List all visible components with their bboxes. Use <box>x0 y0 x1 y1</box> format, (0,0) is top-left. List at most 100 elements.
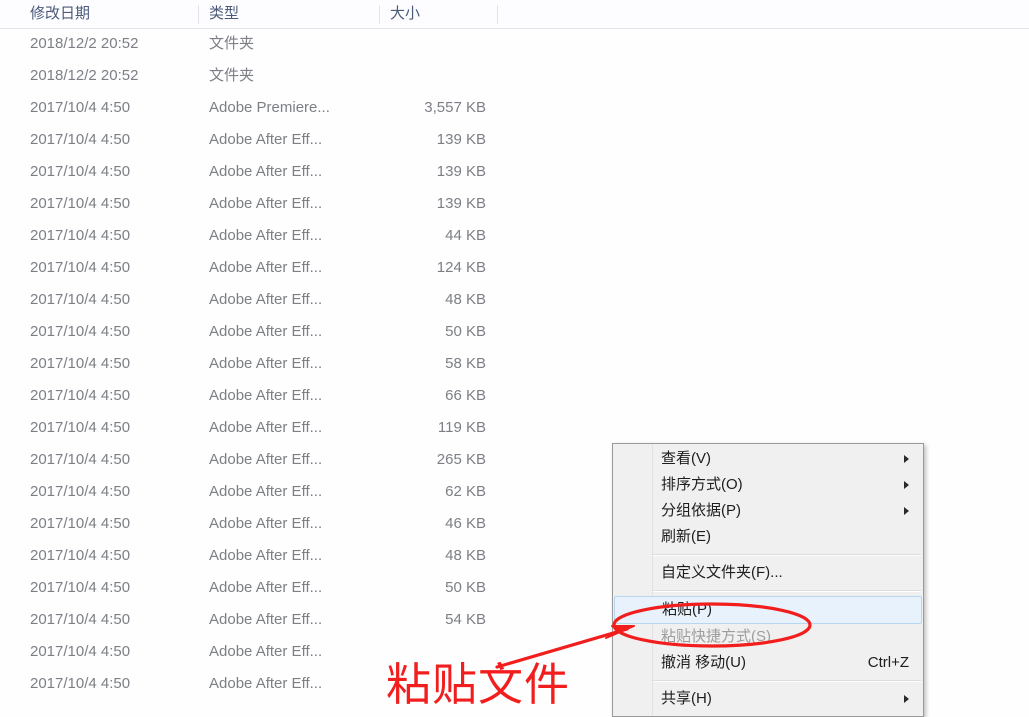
cell-type: Adobe After Eff... <box>209 419 323 436</box>
cell-size: 58 KB <box>445 355 486 372</box>
cell-size: 44 KB <box>445 227 486 244</box>
menu-separator <box>653 680 921 682</box>
menu-item-label: 分组依据(P) <box>661 502 741 519</box>
cell-modified-date: 2017/10/4 4:50 <box>30 387 131 404</box>
cell-size: 50 KB <box>445 579 486 596</box>
column-header-date-label: 修改日期 <box>30 5 91 22</box>
cell-modified-date: 2017/10/4 4:50 <box>30 611 131 628</box>
cell-type: Adobe After Eff... <box>209 611 323 628</box>
cell-type: 文件夹 <box>209 67 255 84</box>
chevron-right-icon <box>904 481 909 489</box>
column-header-type[interactable]: 类型 <box>199 0 380 28</box>
chevron-right-icon <box>904 695 909 703</box>
column-header-date[interactable]: 修改日期 <box>20 0 199 28</box>
cell-modified-date: 2018/12/2 20:52 <box>30 35 139 52</box>
column-header-row: 修改日期 类型 大小 <box>0 0 1029 29</box>
column-header-size[interactable]: 大小 <box>380 0 498 28</box>
cell-modified-date: 2017/10/4 4:50 <box>30 99 131 116</box>
cell-size: 119 KB <box>437 419 486 436</box>
menu-item-label: 撤消 移动(U) <box>661 654 746 671</box>
cell-type: Adobe After Eff... <box>209 291 323 308</box>
cell-size: 48 KB <box>445 547 486 564</box>
table-row[interactable]: 2017/10/4 4:50 Adobe After Eff... 139 KB <box>0 188 1029 220</box>
cell-modified-date: 2017/10/4 4:50 <box>30 515 131 532</box>
column-divider[interactable] <box>497 5 498 24</box>
cell-type: 文件夹 <box>209 35 255 52</box>
chevron-right-icon <box>904 455 909 463</box>
menu-item-label: 共享(H) <box>661 690 712 707</box>
menu-item[interactable]: 共享(H) <box>613 686 923 712</box>
menu-item[interactable]: 排序方式(O) <box>613 472 923 498</box>
menu-item[interactable]: 撤消 移动(U) Ctrl+Z <box>613 650 923 676</box>
table-row[interactable]: 2017/10/4 4:50 Adobe After Eff... 44 KB <box>0 220 1029 252</box>
cell-type: Adobe After Eff... <box>209 163 323 180</box>
menu-item: 粘贴快捷方式(S) <box>613 624 923 650</box>
column-header-type-label: 类型 <box>209 5 240 22</box>
menu-item[interactable]: 粘贴(P) <box>614 596 922 624</box>
cell-type: Adobe After Eff... <box>209 515 323 532</box>
table-row[interactable]: 2017/10/4 4:50 Adobe After Eff... 50 KB <box>0 316 1029 348</box>
cell-type: Adobe After Eff... <box>209 131 323 148</box>
table-row[interactable]: 2017/10/4 4:50 Adobe Premiere... 3,557 KB <box>0 92 1029 124</box>
cell-modified-date: 2017/10/4 4:50 <box>30 131 131 148</box>
cell-size: 139 KB <box>436 163 486 180</box>
cell-size: 50 KB <box>445 323 486 340</box>
cell-modified-date: 2017/10/4 4:50 <box>30 323 131 340</box>
menu-item-shortcut: Ctrl+Z <box>867 654 909 671</box>
cell-modified-date: 2017/10/4 4:50 <box>30 579 131 596</box>
menu-item-label: 排序方式(O) <box>661 476 743 493</box>
context-menu[interactable]: 查看(V) 排序方式(O) 分组依据(P) 刷新(E) 自定义文件夹(F)... 粘贴(P… <box>612 443 924 717</box>
menu-item[interactable]: 自定义文件夹(F)... <box>613 560 923 586</box>
cell-modified-date: 2017/10/4 4:50 <box>30 259 131 276</box>
cell-size: 139 KB <box>436 131 486 148</box>
menu-item-label: 刷新(E) <box>661 528 711 545</box>
cell-modified-date: 2017/10/4 4:50 <box>30 547 131 564</box>
cell-type: Adobe After Eff... <box>209 259 323 276</box>
cell-type: Adobe After Eff... <box>209 547 323 564</box>
cell-size: 66 KB <box>445 387 486 404</box>
table-row[interactable]: 2017/10/4 4:50 Adobe After Eff... 66 KB <box>0 380 1029 412</box>
cell-type: Adobe After Eff... <box>209 579 323 596</box>
menu-item[interactable]: 分组依据(P) <box>613 498 923 524</box>
menu-item-label: 粘贴快捷方式(S) <box>661 628 771 645</box>
cell-modified-date: 2017/10/4 4:50 <box>30 675 131 692</box>
menu-item-label: 查看(V) <box>661 450 711 467</box>
cell-type: Adobe After Eff... <box>209 451 323 468</box>
cell-modified-date: 2017/10/4 4:50 <box>30 227 131 244</box>
menu-item[interactable]: 查看(V) <box>613 446 923 472</box>
chevron-right-icon <box>904 507 909 515</box>
menu-separator <box>653 590 921 592</box>
cell-type: Adobe After Eff... <box>209 355 323 372</box>
menu-item-label: 粘贴(P) <box>662 601 712 618</box>
cell-modified-date: 2017/10/4 4:50 <box>30 195 131 212</box>
cell-type: Adobe After Eff... <box>209 227 323 244</box>
cell-modified-date: 2017/10/4 4:50 <box>30 643 131 660</box>
table-row[interactable]: 2018/12/2 20:52 文件夹 <box>0 28 1029 60</box>
cell-type: Adobe After Eff... <box>209 675 323 692</box>
cell-size: 265 KB <box>436 451 486 468</box>
table-row[interactable]: 2017/10/4 4:50 Adobe After Eff... 48 KB <box>0 284 1029 316</box>
table-row[interactable]: 2017/10/4 4:50 Adobe After Eff... 119 KB <box>0 412 1029 444</box>
cell-size: 48 KB <box>445 291 486 308</box>
table-row[interactable]: 2018/12/2 20:52 文件夹 <box>0 60 1029 92</box>
cell-type: Adobe After Eff... <box>209 483 323 500</box>
cell-size: 62 KB <box>445 483 486 500</box>
annotation-text: 粘贴文件 <box>386 658 571 711</box>
cell-modified-date: 2018/12/2 20:52 <box>30 67 139 84</box>
cell-type: Adobe After Eff... <box>209 323 323 340</box>
context-menu-item-list: 查看(V) 排序方式(O) 分组依据(P) 刷新(E) 自定义文件夹(F)... 粘贴(P… <box>613 446 923 712</box>
cell-type: Adobe After Eff... <box>209 195 323 212</box>
table-row[interactable]: 2017/10/4 4:50 Adobe After Eff... 139 KB <box>0 156 1029 188</box>
table-row[interactable]: 2017/10/4 4:50 Adobe After Eff... 124 KB <box>0 252 1029 284</box>
cell-modified-date: 2017/10/4 4:50 <box>30 163 131 180</box>
menu-item[interactable]: 刷新(E) <box>613 524 923 550</box>
cell-type: Adobe Premiere... <box>209 99 330 116</box>
cell-type: Adobe After Eff... <box>209 643 323 660</box>
cell-size: 3,557 KB <box>424 99 486 116</box>
menu-item-label: 自定义文件夹(F)... <box>661 564 783 581</box>
table-row[interactable]: 2017/10/4 4:50 Adobe After Eff... 58 KB <box>0 348 1029 380</box>
table-row[interactable]: 2017/10/4 4:50 Adobe After Eff... 139 KB <box>0 124 1029 156</box>
cell-modified-date: 2017/10/4 4:50 <box>30 419 131 436</box>
cell-modified-date: 2017/10/4 4:50 <box>30 483 131 500</box>
cell-modified-date: 2017/10/4 4:50 <box>30 355 131 372</box>
